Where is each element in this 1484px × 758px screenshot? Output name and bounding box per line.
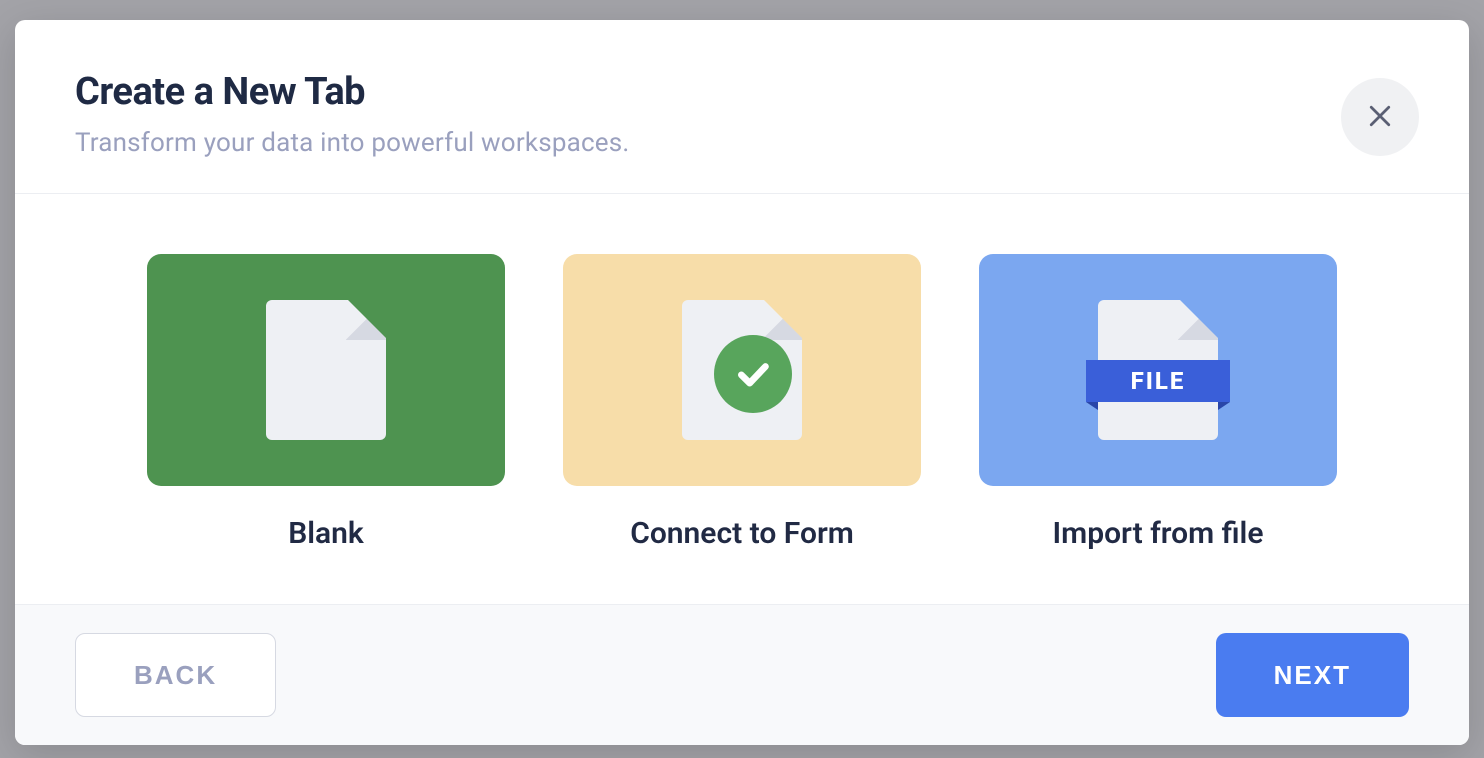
option-label: Import from file (1053, 516, 1264, 551)
document-icon (266, 300, 386, 440)
option-label: Connect to Form (630, 516, 854, 551)
modal-footer: BACK NEXT (15, 604, 1469, 745)
modal-body: Blank Connect to Form (15, 194, 1469, 604)
checkmark-icon (714, 335, 792, 413)
modal-header: Create a New Tab Transform your data int… (15, 20, 1469, 194)
option-blank-tile (147, 254, 505, 486)
document-check-icon (682, 300, 802, 440)
close-icon (1365, 101, 1395, 134)
back-button[interactable]: BACK (75, 633, 276, 717)
create-tab-modal: Create a New Tab Transform your data int… (15, 20, 1469, 745)
modal-subtitle: Transform your data into powerful worksp… (75, 128, 1409, 158)
file-icon: FILE (1098, 300, 1218, 440)
option-blank[interactable]: Blank (147, 254, 505, 564)
modal-title: Create a New Tab (75, 70, 1409, 114)
file-badge-label: FILE (1086, 360, 1230, 402)
option-import-file[interactable]: FILE Import from file (979, 254, 1337, 564)
option-label: Blank (288, 516, 364, 551)
option-connect-form[interactable]: Connect to Form (563, 254, 921, 564)
option-connect-form-tile (563, 254, 921, 486)
close-button[interactable] (1341, 78, 1419, 156)
option-import-file-tile: FILE (979, 254, 1337, 486)
next-button[interactable]: NEXT (1216, 633, 1409, 717)
